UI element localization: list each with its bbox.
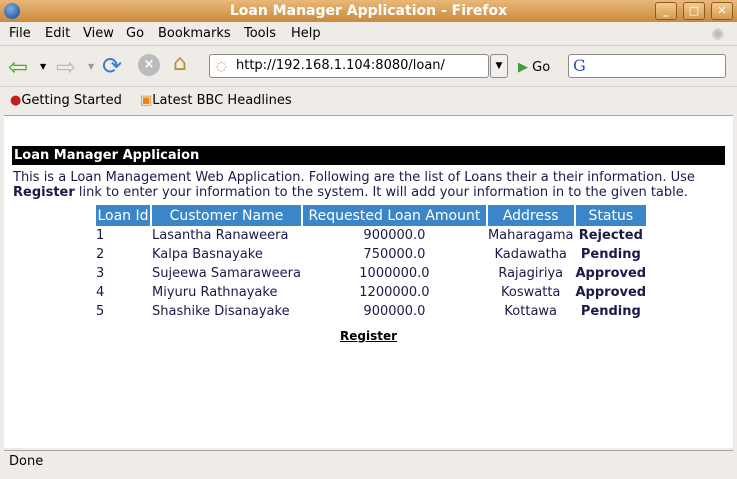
window-title: Loan Manager Application - Firefox — [229, 3, 508, 19]
cell-amount: 750000.0 — [363, 247, 426, 262]
google-icon[interactable]: G — [573, 56, 586, 75]
table-row: 1 Lasantha Ranaweera 900000.0 Maharagama Rej… — [96, 226, 646, 245]
firefox-logo-icon — [4, 3, 20, 19]
close-button[interactable]: ✕ — [711, 2, 733, 20]
cell-status: Approved — [575, 285, 647, 300]
search-input[interactable]: G — [568, 54, 726, 78]
intro-part: This is a Loan Management Web Applicatio… — [13, 170, 695, 185]
menu-edit[interactable]: Edit — [45, 26, 70, 41]
menu-file[interactable]: File — [9, 26, 31, 41]
register-link[interactable]: Register — [340, 329, 397, 343]
table-row: 3 Sujeewa Samaraweera 1000000.0 Rajagiriya A… — [96, 264, 646, 283]
window-titlebar: Loan Manager Application - Firefox _ □ ✕ — [0, 0, 737, 22]
cell-amount: 900000.0 — [363, 304, 426, 319]
firefox-bookmark-icon: ● — [10, 93, 22, 108]
cell-customer-name: Lasantha Ranaweera — [152, 228, 289, 243]
bookmark-label: Getting Started — [21, 93, 122, 108]
cell-customer-name: Miyuru Rathnayake — [152, 285, 278, 300]
cell-address: Maharagama — [487, 228, 574, 243]
menu-go[interactable]: Go — [126, 26, 144, 41]
throbber-icon: ✺ — [711, 25, 725, 44]
cell-loan-id: 5 — [96, 304, 105, 319]
forward-icon[interactable]: ⇨ — [56, 53, 76, 81]
cell-amount: 900000.0 — [363, 228, 426, 243]
stop-icon[interactable]: × — [138, 54, 160, 76]
menu-bar: File Edit View Go Bookmarks Tools Help ✺ — [0, 22, 737, 46]
table-row: 2 Kalpa Basnayake 750000.0 Kadawatha Pending — [96, 245, 646, 264]
url-dropdown-button[interactable]: ▼ — [490, 54, 508, 78]
menu-bookmarks[interactable]: Bookmarks — [158, 26, 231, 41]
menu-view[interactable]: View — [83, 26, 114, 41]
intro-register: Register — [13, 185, 75, 200]
cell-loan-id: 4 — [96, 285, 105, 300]
bookmark-getting-started[interactable]: ●Getting Started — [10, 93, 122, 108]
minimize-button[interactable]: _ — [655, 2, 677, 20]
cell-address: Kadawatha — [494, 247, 567, 262]
loans-table: Loan Id Customer Name Requested Loan Amo… — [94, 205, 648, 321]
status-bar: Done — [4, 450, 733, 473]
cell-loan-id: 1 — [96, 228, 105, 243]
cell-loan-id: 2 — [96, 247, 105, 262]
cell-status: Approved — [575, 266, 647, 281]
cell-status: Pending — [580, 247, 641, 262]
menu-tools[interactable]: Tools — [244, 26, 276, 41]
url-text: http://192.168.1.104:8080/loan/ — [236, 58, 445, 73]
url-input[interactable]: ◌ http://192.168.1.104:8080/loan/ — [209, 54, 489, 78]
col-loan-id: Loan Id — [96, 205, 150, 226]
table-row: 5 Shashike Disanayake 900000.0 Kottawa Pendi… — [96, 302, 646, 321]
navigation-toolbar: ⇦ ▼ ⇨ ▼ ⟳ × ⌂ ◌ http://192.168.1.104:808… — [0, 47, 737, 87]
page-heading: Loan Manager Applicaion — [12, 146, 725, 165]
bookmarks-toolbar: ●Getting Started ▣Latest BBC Headlines — [0, 88, 737, 114]
back-dropdown-icon[interactable]: ▼ — [40, 62, 46, 71]
col-status: Status — [575, 205, 647, 226]
page-content: Loan Manager Applicaion This is a Loan M… — [4, 115, 733, 448]
back-icon[interactable]: ⇦ — [8, 53, 28, 81]
cell-customer-name: Sujeewa Samaraweera — [152, 266, 301, 281]
menu-help[interactable]: Help — [291, 26, 321, 41]
reload-icon[interactable]: ⟳ — [102, 52, 122, 80]
loading-icon: ◌ — [216, 59, 227, 73]
cell-customer-name: Kalpa Basnayake — [152, 247, 263, 262]
bookmark-label: Latest BBC Headlines — [152, 93, 292, 108]
go-button[interactable]: ▶ Go — [518, 60, 550, 75]
rss-icon: ▣ — [140, 93, 153, 108]
forward-dropdown-icon[interactable]: ▼ — [88, 62, 94, 71]
cell-customer-name: Shashike Disanayake — [152, 304, 290, 319]
cell-amount: 1000000.0 — [359, 266, 430, 281]
cell-address: Rajagiriya — [498, 266, 564, 281]
cell-status: Pending — [580, 304, 641, 319]
col-customer-name: Customer Name — [152, 205, 301, 226]
col-amount: Requested Loan Amount — [302, 205, 486, 226]
go-icon: ▶ — [518, 60, 528, 75]
intro-part: link to enter your information to the sy… — [74, 185, 688, 200]
go-label: Go — [532, 60, 551, 75]
home-icon[interactable]: ⌂ — [173, 51, 187, 76]
cell-amount: 1200000.0 — [359, 285, 430, 300]
cell-address: Koswatta — [501, 285, 561, 300]
cell-status: Rejected — [578, 228, 643, 243]
status-text: Done — [9, 454, 44, 469]
bookmark-bbc-headlines[interactable]: ▣Latest BBC Headlines — [140, 93, 292, 108]
maximize-button[interactable]: □ — [683, 2, 705, 20]
col-address: Address — [487, 205, 574, 226]
intro-text: This is a Loan Management Web Applicatio… — [13, 170, 725, 200]
cell-loan-id: 3 — [96, 266, 105, 281]
cell-address: Kottawa — [504, 304, 558, 319]
table-row: 4 Miyuru Rathnayake 1200000.0 Koswatta Appro… — [96, 283, 646, 302]
